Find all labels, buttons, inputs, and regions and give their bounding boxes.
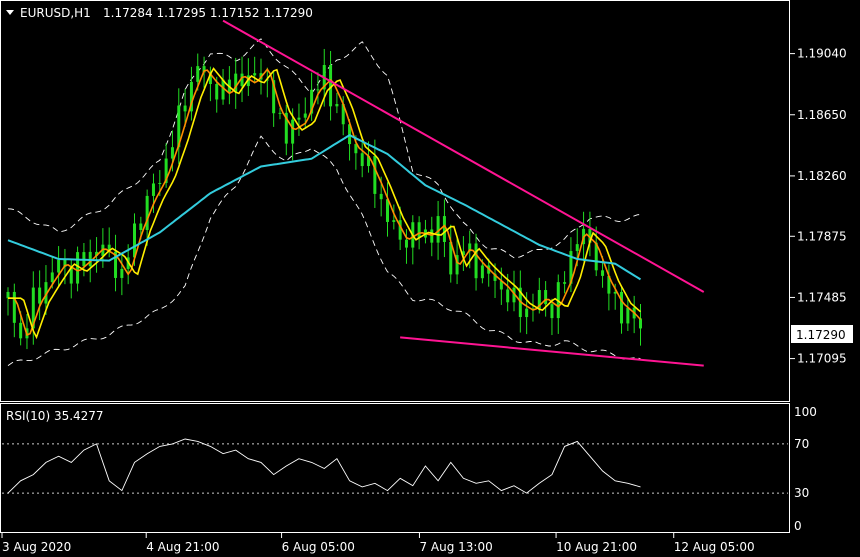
rsi-tick-label: 70 bbox=[794, 437, 809, 451]
candle-body bbox=[12, 291, 16, 323]
candle-body bbox=[170, 147, 174, 159]
candle-body bbox=[506, 289, 510, 303]
candle-body bbox=[120, 268, 124, 278]
candle-body bbox=[379, 193, 383, 200]
candle-body bbox=[215, 84, 219, 100]
price-tick-label: 1.17875 bbox=[797, 229, 847, 243]
candle-body bbox=[145, 195, 149, 230]
candle-body bbox=[183, 105, 187, 112]
candle-body bbox=[38, 287, 42, 304]
symbol-label: EURUSD,H1 bbox=[20, 6, 91, 20]
time-tick-label: 12 Aug 05:00 bbox=[674, 540, 755, 554]
candle-body bbox=[417, 222, 421, 238]
candle-body bbox=[544, 290, 548, 305]
candle-body bbox=[57, 259, 61, 273]
candle-body bbox=[360, 153, 364, 167]
rsi-indicator bbox=[7, 438, 641, 494]
candle-body bbox=[386, 199, 389, 222]
candle-body bbox=[480, 265, 484, 279]
candle-body bbox=[158, 182, 162, 184]
symbol-dropdown-icon[interactable] bbox=[6, 10, 14, 15]
candle-body bbox=[373, 156, 377, 194]
candle-body bbox=[253, 73, 257, 76]
candle-body bbox=[601, 270, 605, 276]
rsi-tick-label: 0 bbox=[794, 519, 802, 533]
rsi-tick-label: 30 bbox=[794, 486, 809, 500]
candle-body bbox=[430, 229, 434, 243]
main-chart-frame bbox=[0, 0, 790, 402]
candle-body bbox=[442, 216, 446, 242]
candle-body bbox=[575, 244, 579, 252]
rsi-line bbox=[7, 438, 641, 494]
trendline bbox=[400, 336, 704, 367]
price-tick-label: 1.17095 bbox=[797, 352, 847, 366]
price-tick-label: 1.18260 bbox=[797, 169, 847, 183]
candle-body bbox=[525, 308, 529, 318]
rsi-label: RSI(10) 35.4277 bbox=[6, 409, 104, 423]
candle-body bbox=[151, 183, 155, 196]
time-tick-label: 4 Aug 21:00 bbox=[146, 540, 219, 554]
candle-body bbox=[196, 66, 200, 82]
trendlines bbox=[222, 19, 705, 367]
candle-body bbox=[404, 239, 408, 248]
price-tick-label: 1.18650 bbox=[797, 108, 847, 122]
candle-body bbox=[626, 307, 630, 324]
time-tick-label: 6 Aug 05:00 bbox=[282, 540, 355, 554]
price-tick-label: 1.17485 bbox=[797, 290, 847, 304]
current-price-text: 1.17290 bbox=[796, 328, 846, 342]
candle-body bbox=[6, 291, 10, 299]
candle-body bbox=[19, 322, 23, 339]
candle-body bbox=[139, 223, 143, 230]
candle-body bbox=[639, 318, 642, 329]
grid-layer bbox=[2, 443, 788, 494]
rsi-panel-frame bbox=[0, 403, 790, 533]
time-tick-label: 3 Aug 2020 bbox=[2, 540, 71, 554]
price-tick-label: 1.19040 bbox=[797, 47, 847, 61]
ohlc-values: 1.17284 1.17295 1.17152 1.17290 bbox=[103, 6, 313, 20]
candle-body bbox=[291, 119, 295, 144]
candle-body bbox=[474, 243, 478, 279]
time-tick-label: 7 Aug 13:00 bbox=[419, 540, 492, 554]
candlesticks bbox=[6, 48, 642, 350]
candle-body bbox=[392, 220, 396, 222]
candle-body bbox=[316, 89, 320, 91]
candle-body bbox=[50, 272, 54, 283]
rsi-tick-label: 100 bbox=[794, 405, 817, 419]
candle-body bbox=[76, 252, 80, 284]
axes: 1.19040 1.18650 1.18260 1.17875 1.17485 1.170… bbox=[1, 47, 847, 554]
candle-body bbox=[335, 103, 339, 107]
candle-body bbox=[563, 282, 567, 284]
candle-body bbox=[550, 304, 554, 319]
time-tick-label: 10 Aug 21:00 bbox=[556, 540, 637, 554]
candle-body bbox=[297, 117, 301, 120]
trading-chart[interactable]: 1.19040 1.18650 1.18260 1.17875 1.17485 1.170… bbox=[0, 0, 860, 557]
candle-body bbox=[620, 291, 624, 324]
candle-body bbox=[278, 112, 282, 114]
candle-body bbox=[303, 113, 307, 118]
